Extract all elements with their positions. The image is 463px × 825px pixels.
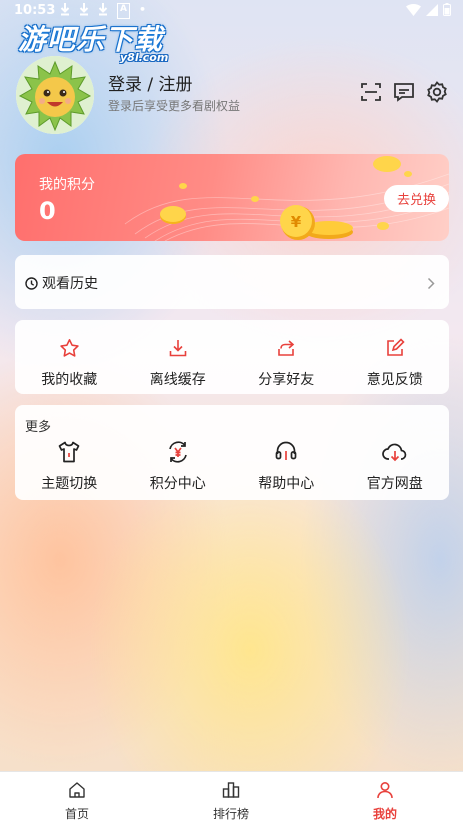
offline-cache-button[interactable]: 离线缓存 [124, 335, 233, 389]
quick-actions-card: 我的收藏 离线缓存 分享好友 意见反馈 [15, 320, 449, 394]
cloud-download-icon [341, 439, 450, 465]
help-center-button[interactable]: 帮助中心 [232, 439, 341, 493]
avatar[interactable] [16, 56, 94, 134]
download-icon [98, 3, 108, 19]
points-title: 我的积分 [39, 177, 95, 193]
points-value: 0 [39, 197, 56, 225]
points-center-label: 积分中心 [149, 476, 206, 492]
status-time: 10:53 [14, 3, 56, 18]
download-icon [124, 335, 233, 361]
status-notification-icons: A • [60, 3, 146, 19]
tab-mine-label: 我的 [372, 807, 397, 821]
headset-icon [232, 439, 341, 465]
points-yen-icon [124, 439, 233, 465]
clock-icon [25, 275, 38, 294]
favorites-button[interactable]: 我的收藏 [15, 335, 124, 389]
tab-ranking-label: 排行榜 [212, 807, 249, 821]
feedback-label: 意见反馈 [366, 372, 423, 388]
tab-home[interactable]: 首页 [0, 772, 154, 825]
more-card: 更多 主题切换 积分中心 帮助中心 官方网盘 [15, 405, 449, 500]
dot-icon: • [138, 3, 146, 16]
more-title: 更多 [25, 420, 52, 435]
signal-icon [426, 3, 438, 20]
feedback-button[interactable]: 意见反馈 [341, 335, 450, 389]
login-register-link[interactable]: 登录 / 注册 [108, 70, 193, 95]
watermark-text-en: y8l.com [120, 51, 169, 64]
shirt-icon [15, 439, 124, 465]
help-center-label: 帮助中心 [258, 476, 315, 492]
share-friends-label: 分享好友 [258, 372, 315, 388]
status-system-icons [406, 3, 451, 20]
tab-ranking[interactable]: 排行榜 [154, 772, 308, 825]
offline-cache-label: 离线缓存 [149, 372, 206, 388]
share-friends-button[interactable]: 分享好友 [232, 335, 341, 389]
wifi-icon [406, 3, 421, 20]
bottom-nav: 首页 排行榜 我的 [0, 771, 463, 825]
download-icon [79, 3, 89, 19]
coin-icon [160, 206, 186, 224]
theme-switch-button[interactable]: 主题切换 [15, 439, 124, 493]
watch-history-row[interactable]: 观看历史 [15, 255, 449, 309]
points-center-button[interactable]: 积分中心 [124, 439, 233, 493]
ranking-icon [154, 781, 308, 799]
durian-mascot-icon [16, 56, 94, 134]
points-card[interactable]: ¥ 我的积分 0 去兑换 [15, 154, 449, 241]
settings-icon[interactable] [425, 80, 449, 104]
tab-mine[interactable]: 我的 [308, 772, 462, 825]
user-icon [308, 781, 462, 799]
favorites-label: 我的收藏 [41, 372, 98, 388]
home-icon [0, 781, 154, 799]
watch-history-label: 观看历史 [42, 276, 98, 292]
battery-icon [443, 3, 451, 20]
scan-icon[interactable] [359, 80, 383, 104]
tab-home-label: 首页 [64, 807, 89, 821]
download-icon [60, 3, 70, 19]
share-icon [232, 335, 341, 361]
login-benefit-text: 登录后享受更多看剧权益 [108, 99, 241, 113]
official-cloud-drive-label: 官方网盘 [366, 476, 423, 492]
official-cloud-drive-button[interactable]: 官方网盘 [341, 439, 450, 493]
svg-text:¥: ¥ [291, 213, 302, 231]
theme-switch-label: 主题切换 [41, 476, 98, 492]
redeem-button[interactable]: 去兑换 [384, 185, 449, 212]
feedback-edit-icon [341, 335, 450, 361]
star-icon [15, 335, 124, 361]
message-icon[interactable] [392, 80, 416, 104]
a-notification-icon: A [117, 3, 130, 19]
chevron-right-icon [427, 275, 435, 294]
